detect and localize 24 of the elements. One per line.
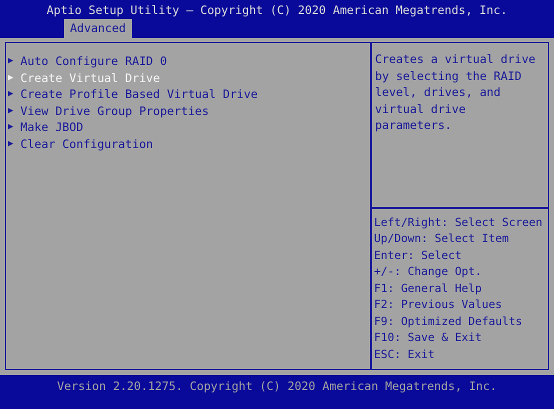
submenu-arrow-icon: ▶ (8, 136, 14, 152)
key-hint: ESC: Exit (374, 346, 436, 362)
window-title: Aptio Setup Utility – Copyright (C) 2020 American Megatrends, Inc. (46, 2, 508, 18)
submenu-arrow-icon: ▶ (8, 119, 14, 136)
submenu-arrow-icon: ▶ (8, 86, 14, 102)
menu-item[interactable]: Clear Configuration (20, 136, 154, 152)
submenu-arrow-icon: ▶ (8, 70, 14, 86)
tab[interactable]: Advanced (64, 19, 132, 38)
key-hint: +/-: Change Opt. (374, 264, 483, 280)
menu-item[interactable]: Create Profile Based Virtual Drive (20, 86, 258, 102)
key-hint: Left/Right: Select Screen (374, 214, 544, 230)
menu-item[interactable]: Make JBOD (20, 119, 84, 136)
key-hint: F9: Optimized Defaults (374, 314, 524, 330)
help-text: Creates a virtual drive by selecting the RAID level, drives, and virtual drive parameters. (375, 51, 537, 134)
key-hint: Enter: Select (374, 248, 463, 264)
key-hint: F1: General Help (374, 280, 483, 296)
key-hint: F10: Save & Exit (374, 330, 483, 346)
key-hint: F2: Previous Values (374, 297, 503, 313)
submenu-arrow-icon: ▶ (8, 53, 14, 70)
menu-item[interactable]: View Drive Group Properties (20, 102, 209, 119)
version-text: Version 2.20.1275. Copyright (C) 2020 American Megatrends, Inc. (57, 378, 497, 395)
key-hint: Up/Down: Select Item (374, 231, 510, 247)
menu-item[interactable]: Auto Configure RAID 0 (20, 53, 168, 70)
submenu-arrow-icon: ▶ (8, 102, 14, 119)
